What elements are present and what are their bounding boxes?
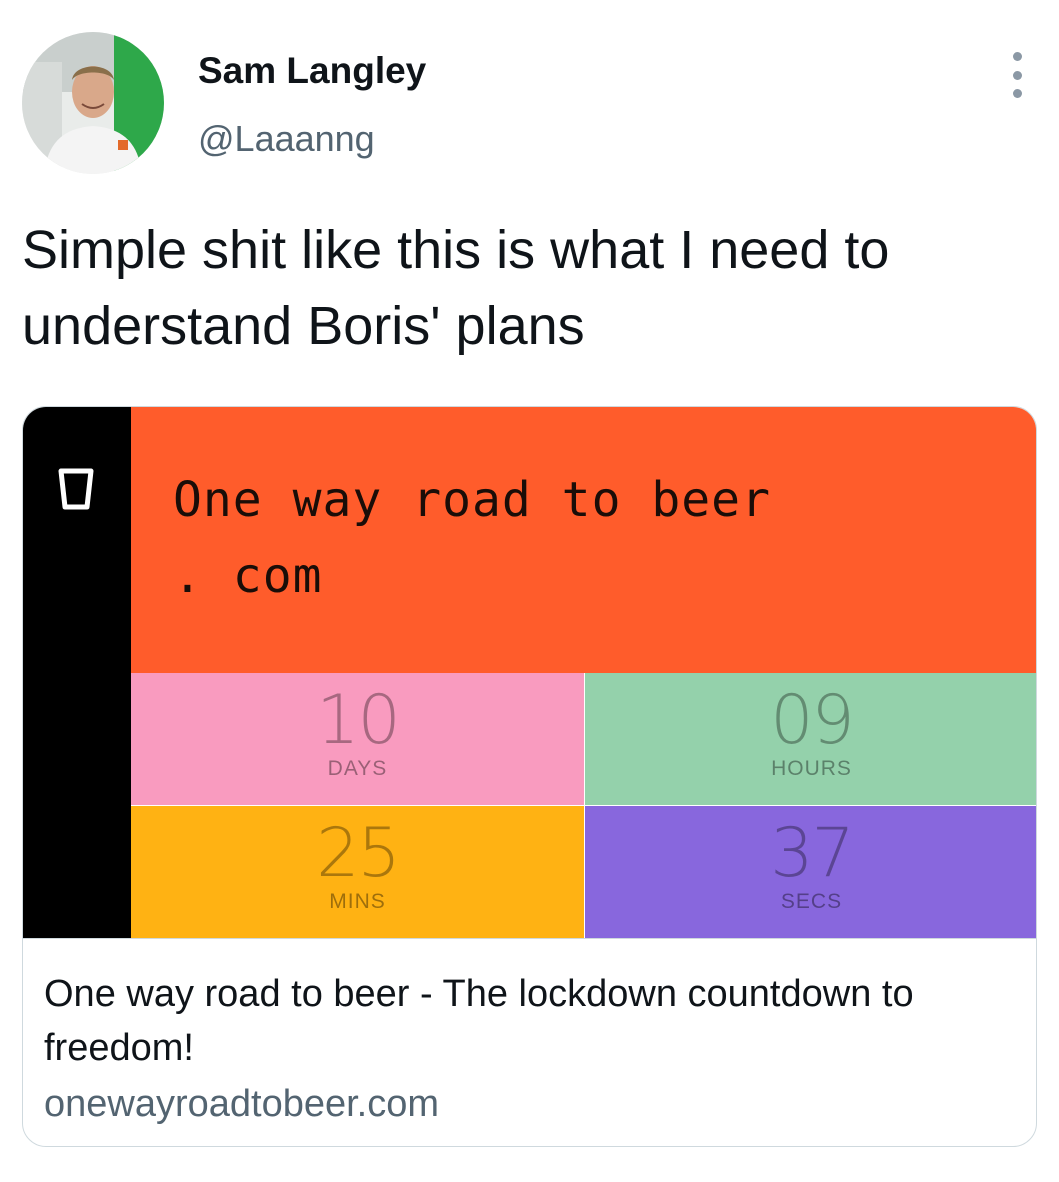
hero-title-line2: . com [173,548,323,604]
author-display-name[interactable]: Sam Langley [198,50,426,92]
countdown-secs: 37 SECS [585,806,1036,938]
card-domain: onewayroadtobeer.com [44,1083,440,1125]
card-image: One way road to beer . com 10 DAYS 09 HO… [23,407,1036,938]
countdown-hours-label: HOURS [771,757,852,780]
countdown-hours-value: 09 [770,681,855,760]
more-options-button[interactable] [1002,52,1032,98]
countdown-days-value: 10 [316,681,401,760]
more-vertical-icon-dot [1012,89,1022,98]
card-hero: One way road to beer . com [131,407,1036,673]
hero-title: One way road to beer . com [173,462,771,614]
countdown-hours: 09 HOURS [585,673,1036,805]
author-handle[interactable]: @Laaanng [198,118,375,160]
countdown-mins-label: MINS [329,890,386,913]
card-sidebar [23,407,131,938]
countdown-mins-value: 25 [316,814,401,893]
beer-glass-icon [58,468,94,510]
more-vertical-icon [1012,52,1022,61]
hero-title-line1: One way road to beer [173,472,771,528]
countdown-mins: 25 MINS [131,806,584,938]
countdown-days: 10 DAYS [131,673,584,805]
tweet-text: Simple shit like this is what I need to … [22,220,890,356]
avatar[interactable] [22,32,164,174]
countdown-secs-value: 37 [770,814,855,893]
more-vertical-icon-dot [1012,70,1022,80]
countdown-secs-label: SECS [780,890,843,913]
link-preview-card[interactable]: One way road to beer . com 10 DAYS 09 HO… [22,406,1037,1147]
card-title: One way road to beer - The lockdown coun… [44,973,914,1069]
countdown-days-label: DAYS [327,757,388,780]
card-meta: One way road to beer - The lockdown coun… [23,938,1036,1146]
avatar-image [22,32,164,174]
